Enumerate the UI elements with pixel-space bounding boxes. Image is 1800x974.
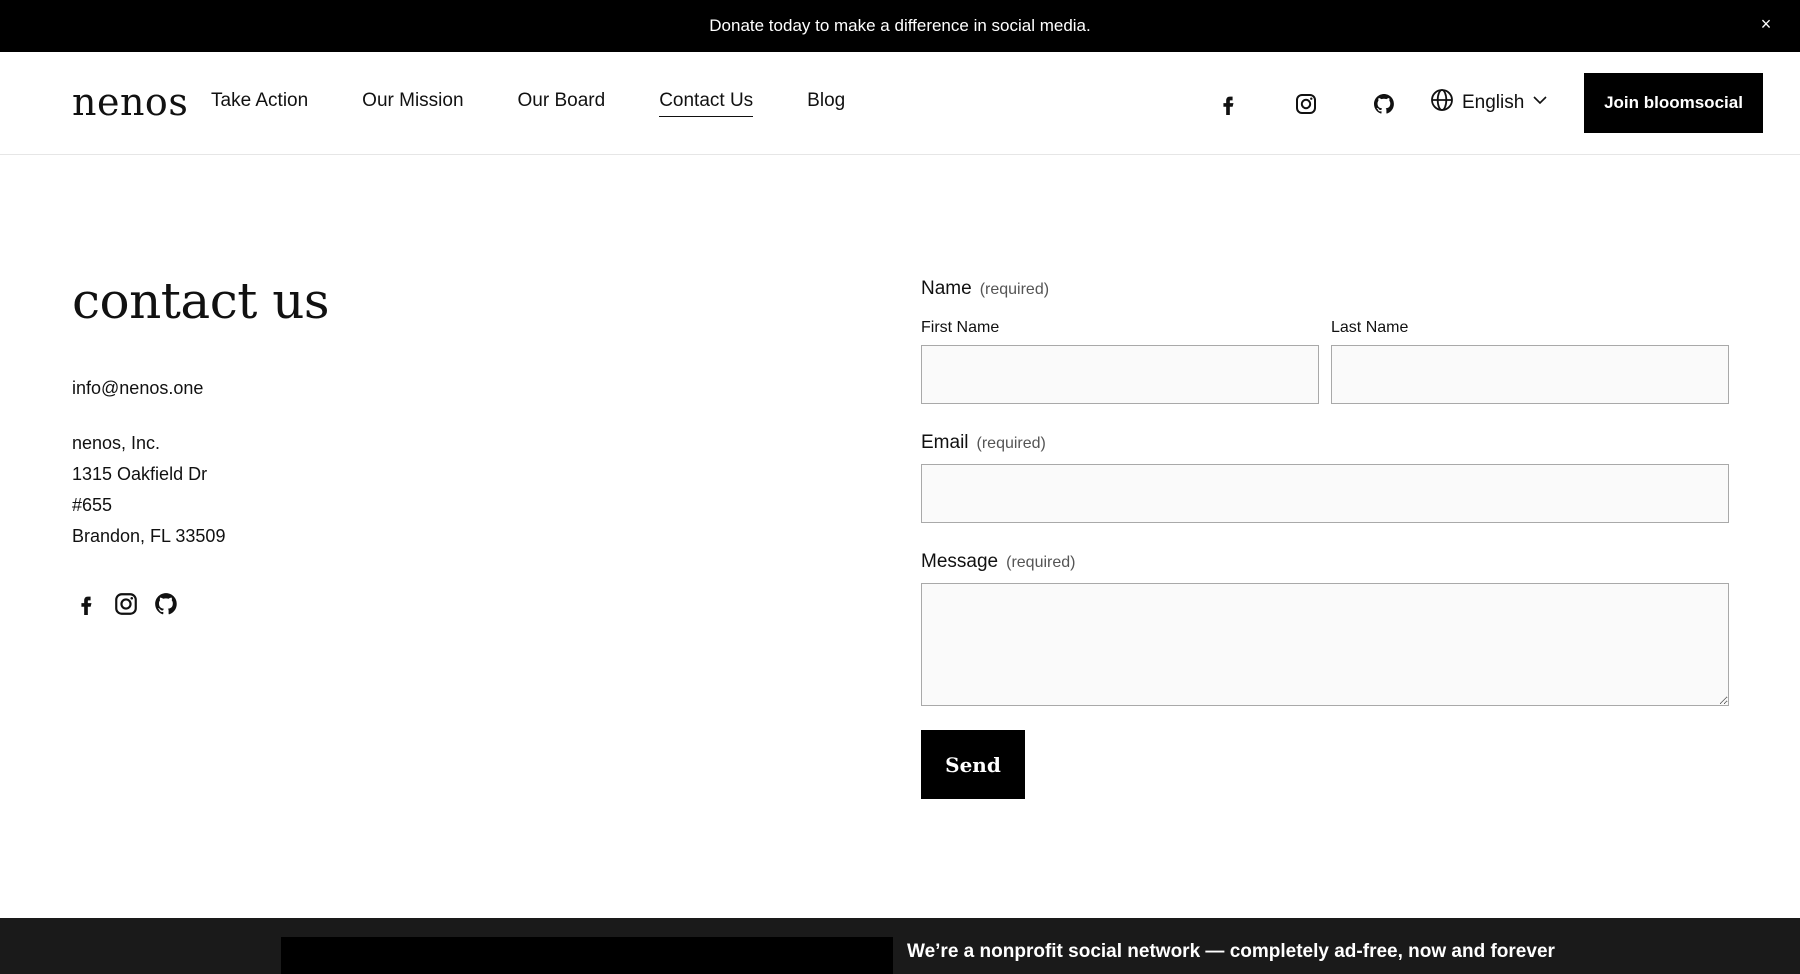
announcement-bar: Donate today to make a difference in soc… xyxy=(0,0,1800,52)
main-nav: Take Action Our Mission Our Board Contac… xyxy=(211,90,899,117)
language-selector[interactable]: English xyxy=(1430,88,1548,118)
address-line: 1315 Oakfield Dr xyxy=(72,464,208,484)
message-label: Message (required) xyxy=(921,551,1075,573)
first-name-input[interactable] xyxy=(921,345,1319,404)
message-label-text: Message xyxy=(921,551,999,572)
site-logo[interactable]: nenos xyxy=(72,80,188,124)
instagram-icon[interactable] xyxy=(112,590,140,618)
footer-banner: We’re a nonprofit social network — compl… xyxy=(0,918,1800,974)
name-label-text: Name xyxy=(921,278,972,299)
chevron-down-icon xyxy=(1532,92,1548,114)
join-button[interactable]: Join bloomsocial xyxy=(1584,73,1763,133)
contact-email-link[interactable]: info@nenos.one xyxy=(72,378,203,399)
contact-social-links xyxy=(72,590,180,618)
email-label-text: Email xyxy=(921,432,969,453)
globe-icon xyxy=(1430,88,1454,118)
first-name-label: First Name xyxy=(921,319,1000,336)
footer-tagline: We’re a nonprofit social network — compl… xyxy=(907,941,1555,962)
name-label: Name (required) xyxy=(921,278,1049,300)
nav-item-our-mission[interactable]: Our Mission xyxy=(362,90,463,117)
address-line: #655 xyxy=(72,495,113,515)
footer-media-block xyxy=(281,937,893,974)
facebook-icon[interactable] xyxy=(72,590,100,618)
required-marker: (required) xyxy=(976,435,1046,452)
required-marker: (required) xyxy=(979,281,1050,298)
language-label: English xyxy=(1462,92,1525,113)
send-button[interactable]: Send xyxy=(921,730,1025,799)
github-icon[interactable] xyxy=(1370,90,1398,118)
github-icon[interactable] xyxy=(152,590,180,618)
message-textarea[interactable] xyxy=(921,583,1729,706)
close-icon[interactable]: × xyxy=(1754,12,1778,36)
address-line: nenos, Inc. xyxy=(72,433,161,453)
instagram-icon[interactable] xyxy=(1292,90,1320,118)
announcement-text: Donate today to make a difference in soc… xyxy=(709,16,1091,35)
site-header: nenos Take Action Our Mission Our Board … xyxy=(0,52,1800,155)
nav-item-take-action[interactable]: Take Action xyxy=(211,90,308,117)
nav-item-our-board[interactable]: Our Board xyxy=(518,90,606,117)
last-name-label: Last Name xyxy=(1331,319,1409,336)
required-marker: (required) xyxy=(1006,554,1076,571)
nav-item-blog[interactable]: Blog xyxy=(807,90,845,117)
facebook-icon[interactable] xyxy=(1214,90,1242,118)
nav-item-contact-us[interactable]: Contact Us xyxy=(659,90,754,117)
postal-address: nenos, Inc. 1315 Oakfield Dr #655 Brando… xyxy=(72,428,225,552)
email-input[interactable] xyxy=(921,464,1729,523)
email-label: Email (required) xyxy=(921,432,1046,454)
page-title: contact us xyxy=(72,272,330,330)
last-name-input[interactable] xyxy=(1331,345,1729,404)
address-line: Brandon, FL 33509 xyxy=(72,526,226,546)
